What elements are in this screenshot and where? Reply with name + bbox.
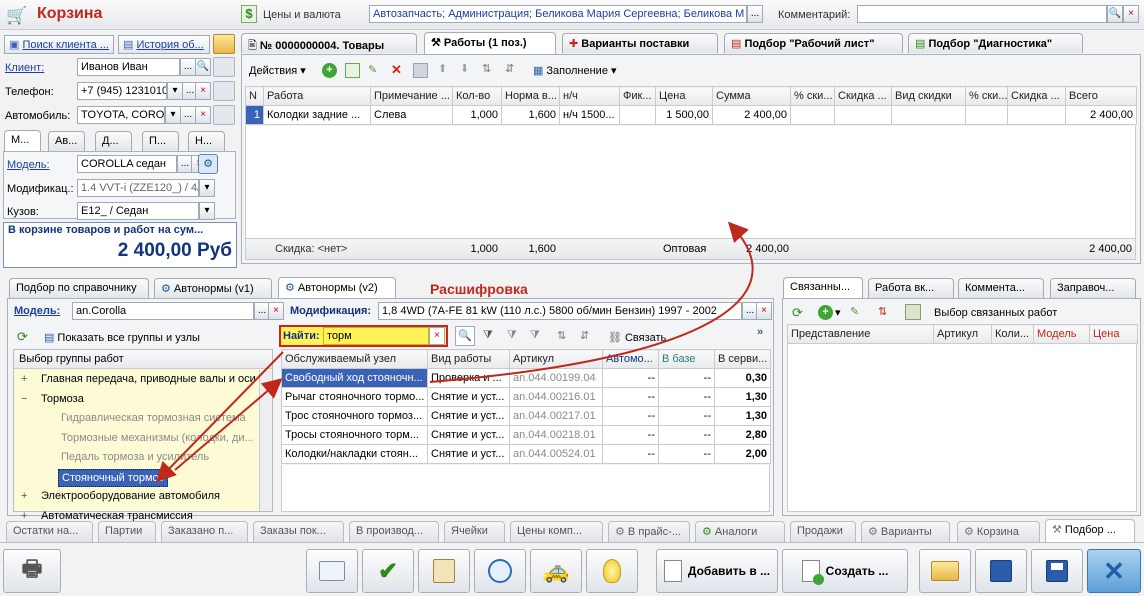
clock-icon bbox=[488, 559, 512, 583]
printer-icon: 🖶 bbox=[21, 556, 43, 581]
cart-icon: ⚙ bbox=[964, 526, 977, 538]
bottom-tab-label: Варианты bbox=[880, 526, 932, 538]
id-card-icon bbox=[319, 561, 345, 581]
add-to-label: Добавить в ... bbox=[687, 564, 771, 578]
car-icon: 🚕 bbox=[542, 558, 570, 583]
save-and-close-button[interactable] bbox=[975, 549, 1027, 593]
bottom-tab-3[interactable]: Заказы пок... bbox=[253, 521, 344, 542]
bottom-tab-label: В прайс-... bbox=[627, 526, 681, 538]
hint-button[interactable] bbox=[586, 549, 638, 593]
tab-refuel[interactable]: Заправоч... bbox=[1050, 278, 1136, 298]
related-add-icon[interactable]: + bbox=[818, 305, 833, 320]
document-add-icon bbox=[663, 560, 682, 582]
col-related-article[interactable]: Артикул bbox=[933, 324, 992, 344]
add-to-button[interactable]: Добавить в ... bbox=[656, 549, 778, 593]
variants-icon: ⚙ bbox=[868, 526, 881, 538]
select-related-works[interactable]: Выбор связанных работ bbox=[934, 307, 1057, 319]
bottom-tab-0[interactable]: Остатки на... bbox=[6, 521, 93, 542]
create-label: Создать ... bbox=[825, 564, 889, 578]
related-refresh-icon[interactable]: ⟳ bbox=[792, 305, 803, 321]
related-add-menu-icon[interactable]: ▾ bbox=[835, 306, 841, 319]
client-card-button[interactable] bbox=[306, 549, 358, 593]
bottom-tab-2[interactable]: Заказано п... bbox=[161, 521, 248, 542]
create-button[interactable]: Создать ... bbox=[782, 549, 908, 593]
car-button[interactable]: 🚕 bbox=[530, 549, 582, 593]
approve-button[interactable]: ✔ bbox=[362, 549, 414, 593]
bottom-tab-label: Корзина bbox=[976, 526, 1019, 538]
bottom-tab-label: Заказано п... bbox=[168, 525, 234, 537]
floppy-disk-icon bbox=[1046, 560, 1068, 582]
calculator-icon bbox=[433, 559, 455, 583]
checkmark-icon: ✔ bbox=[377, 557, 399, 585]
calculator-button[interactable] bbox=[418, 549, 470, 593]
analogs-icon: ⚙ bbox=[702, 526, 715, 538]
bottom-tab-label: Подбор ... bbox=[1064, 524, 1116, 536]
related-header-row: Представление Артикул Коли... Модель Цен… bbox=[787, 324, 1138, 344]
open-folder-button[interactable] bbox=[919, 549, 971, 593]
price-list-icon: ⚙ bbox=[615, 526, 628, 538]
arrow-to-node-row bbox=[174, 378, 283, 471]
col-related-qty[interactable]: Коли... bbox=[991, 324, 1034, 344]
col-related-model[interactable]: Модель bbox=[1033, 324, 1090, 344]
close-icon: ✕ bbox=[1103, 555, 1125, 586]
bottom-tab-12[interactable]: ⚒ Подбор ... bbox=[1045, 519, 1135, 543]
bottom-tab-6[interactable]: Цены комп... bbox=[510, 521, 603, 542]
schedule-button[interactable] bbox=[474, 549, 526, 593]
bottom-bar-line bbox=[0, 542, 1144, 543]
bottom-tab-11[interactable]: ⚙ Корзина bbox=[957, 521, 1040, 542]
arrow-to-tree-item bbox=[155, 351, 284, 483]
bottom-tab-label: Продажи bbox=[797, 525, 843, 537]
col-representation[interactable]: Представление bbox=[787, 324, 934, 344]
save-button[interactable] bbox=[1031, 549, 1083, 593]
bottom-tab-1[interactable]: Партии bbox=[98, 521, 156, 542]
bottom-tab-label: Ячейки bbox=[451, 525, 488, 537]
bottom-tab-4[interactable]: В производ... bbox=[349, 521, 439, 542]
related-empty-area bbox=[787, 344, 1137, 512]
bottom-tab-10[interactable]: ⚙ Варианты bbox=[861, 521, 950, 542]
tab-comments[interactable]: Коммента... bbox=[958, 278, 1044, 298]
close-button[interactable]: ✕ bbox=[1087, 549, 1141, 593]
related-edit-icon[interactable]: ✎ bbox=[850, 305, 859, 318]
col-related-price[interactable]: Цена bbox=[1089, 324, 1138, 344]
arrow-to-work-row bbox=[429, 221, 754, 383]
print-button[interactable]: 🖶 bbox=[3, 549, 61, 593]
bottom-tab-5[interactable]: Ячейки bbox=[444, 521, 505, 542]
related-sort-icon[interactable]: ⇅ bbox=[878, 305, 887, 318]
bottom-tab-9[interactable]: Продажи bbox=[790, 521, 856, 542]
bottom-tab-label: Партии bbox=[105, 525, 143, 537]
bottom-tab-label: В производ... bbox=[356, 525, 423, 537]
related-table: Представление Артикул Коли... Модель Цен… bbox=[787, 324, 1138, 344]
related-grid-icon[interactable] bbox=[905, 304, 921, 320]
bottom-tab-label: Остатки на... bbox=[13, 525, 79, 537]
tab-related[interactable]: Связанны... bbox=[783, 277, 863, 299]
bottom-tab-8[interactable]: ⚙ Аналоги bbox=[695, 521, 785, 542]
folder-open-icon bbox=[931, 561, 959, 581]
document-new-icon bbox=[801, 560, 824, 585]
bottom-tab-7[interactable]: ⚙ В прайс-... bbox=[608, 521, 690, 542]
save-arrow-icon bbox=[990, 560, 1012, 582]
wrench-icon: ⚒ bbox=[1052, 524, 1065, 536]
bottom-tab-label: Аналоги bbox=[714, 526, 758, 538]
bottom-tab-label: Заказы пок... bbox=[260, 525, 326, 537]
bottom-tab-label: Цены комп... bbox=[517, 525, 583, 537]
lightbulb-icon bbox=[603, 559, 621, 583]
tab-work-included[interactable]: Работа вк... bbox=[868, 278, 954, 298]
